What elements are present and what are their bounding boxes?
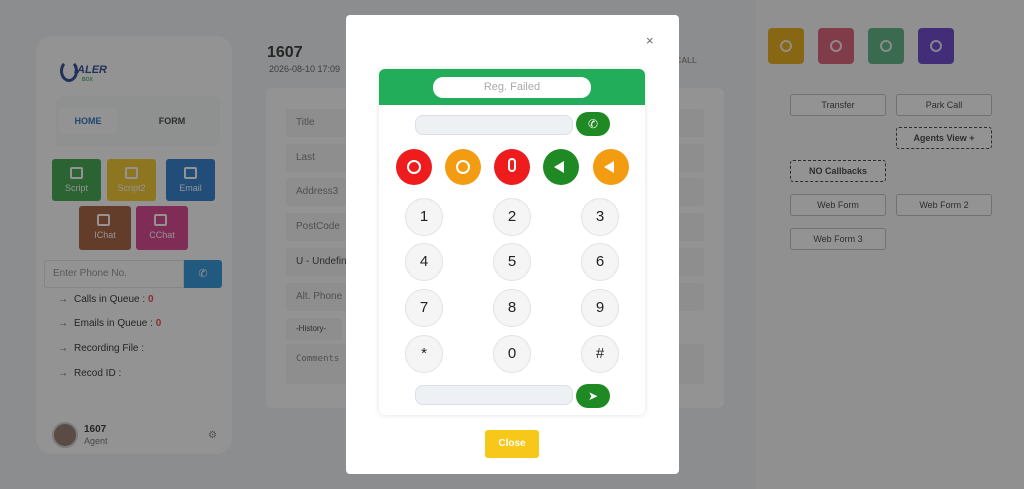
key-8[interactable]: 8 xyxy=(493,289,531,327)
key-6[interactable]: 6 xyxy=(581,243,619,281)
close-icon[interactable]: × xyxy=(646,33,654,48)
phone-call-icon: ✆ xyxy=(587,117,599,131)
volume-up-icon xyxy=(554,161,564,173)
send-button[interactable]: ➤ xyxy=(576,384,610,408)
cancel-button[interactable] xyxy=(396,149,432,185)
softphone-dialer: Reg. Failed ✆ 1 2 3 4 5 6 7 8 9 * 0 # ➤ xyxy=(379,69,645,415)
key-0[interactable]: 0 xyxy=(493,335,531,373)
microphone-icon xyxy=(508,158,516,172)
message-input[interactable] xyxy=(415,385,573,405)
key-4[interactable]: 4 xyxy=(405,243,443,281)
volume-up-button[interactable] xyxy=(543,149,579,185)
paper-plane-icon: ➤ xyxy=(587,389,599,403)
close-button[interactable]: Close xyxy=(485,430,539,458)
key-5[interactable]: 5 xyxy=(493,243,531,281)
registration-status: Reg. Failed xyxy=(433,77,591,98)
record-icon xyxy=(456,160,470,174)
key-2[interactable]: 2 xyxy=(493,198,531,236)
mute-button[interactable] xyxy=(494,149,530,185)
ban-icon xyxy=(407,160,421,174)
hold-button[interactable] xyxy=(445,149,481,185)
key-3[interactable]: 3 xyxy=(581,198,619,236)
call-button[interactable]: ✆ xyxy=(576,112,610,136)
dial-number-input[interactable] xyxy=(415,115,573,135)
key-9[interactable]: 9 xyxy=(581,289,619,327)
volume-down-button[interactable] xyxy=(593,149,629,185)
key-hash[interactable]: # xyxy=(581,335,619,373)
dialer-header: Reg. Failed xyxy=(379,69,645,105)
key-star[interactable]: * xyxy=(405,335,443,373)
dialer-modal: × Reg. Failed ✆ 1 2 3 4 5 6 7 8 9 * 0 # … xyxy=(346,15,679,474)
volume-down-icon xyxy=(604,161,614,173)
key-1[interactable]: 1 xyxy=(405,198,443,236)
key-7[interactable]: 7 xyxy=(405,289,443,327)
